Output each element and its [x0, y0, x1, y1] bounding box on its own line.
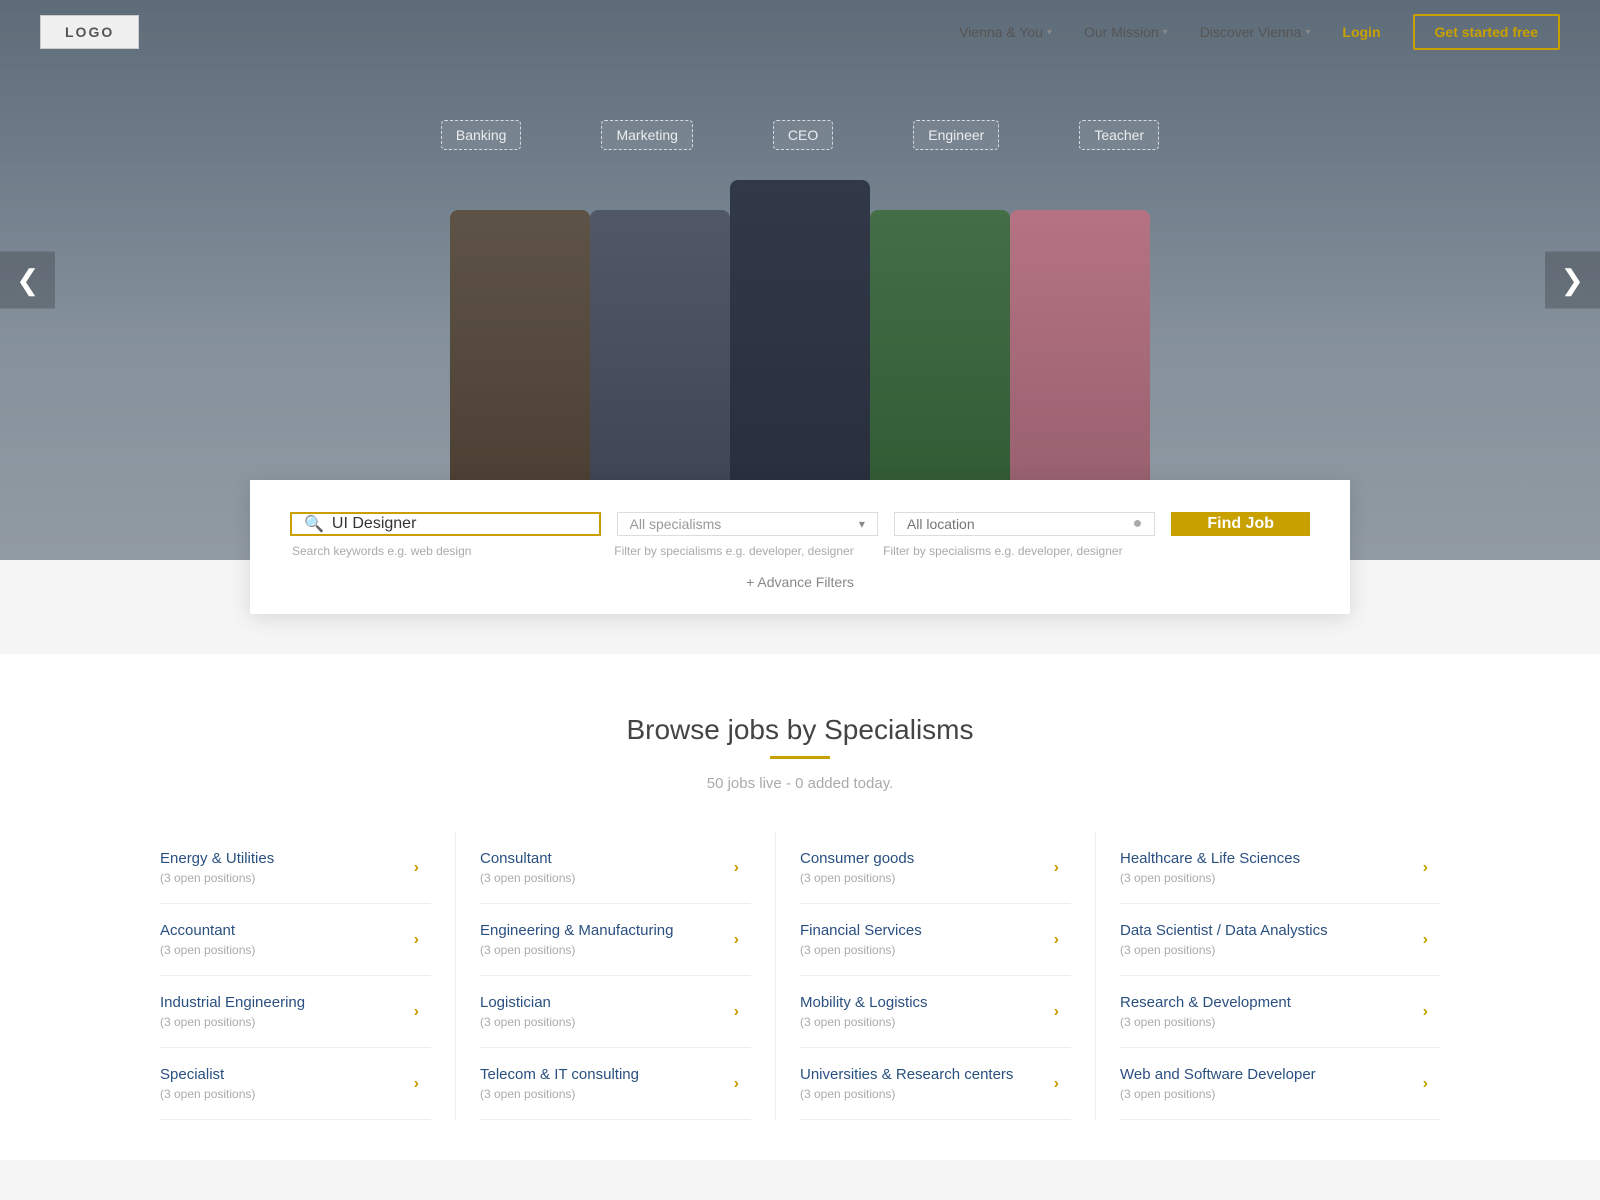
hero-next-button[interactable]: ❯ [1545, 252, 1600, 309]
browse-underline [770, 756, 830, 759]
list-item[interactable]: Industrial Engineering (3 open positions… [160, 976, 431, 1048]
browse-subtitle: 50 jobs live - 0 added today. [160, 775, 1440, 792]
chevron-down-icon: ▾ [1305, 27, 1310, 38]
list-item[interactable]: Logistician (3 open positions) › [480, 976, 751, 1048]
chevron-right-icon: › [414, 1003, 419, 1021]
list-item[interactable]: Research & Development (3 open positions… [1120, 976, 1440, 1048]
chevron-right-icon: › [1054, 931, 1059, 949]
keyword-input[interactable] [332, 515, 587, 533]
location-wrap: ● [894, 512, 1155, 536]
browse-section: Browse jobs by Specialisms 50 jobs live … [0, 654, 1600, 1160]
specialism-hint: Filter by specialisms e.g. developer, de… [612, 544, 881, 558]
list-item[interactable]: Specialist (3 open positions) › [160, 1048, 431, 1120]
chevron-right-icon: › [414, 859, 419, 877]
nav-our-mission[interactable]: Our Mission ▾ [1084, 24, 1168, 40]
chevron-right-icon: › [1423, 1003, 1428, 1021]
list-item[interactable]: Web and Software Developer (3 open posit… [1120, 1048, 1440, 1120]
chevron-right-icon: › [1054, 1003, 1059, 1021]
keyword-input-wrap: 🔍 [290, 512, 601, 536]
search-hints: Search keywords e.g. web design Filter b… [290, 544, 1310, 558]
job-col-0: Energy & Utilities (3 open positions) › … [160, 832, 456, 1120]
chevron-right-icon: › [734, 1075, 739, 1093]
nav-vienna-you[interactable]: Vienna & You ▾ [959, 24, 1052, 40]
location-icon: ● [1133, 515, 1143, 533]
list-item[interactable]: Telecom & IT consulting (3 open position… [480, 1048, 751, 1120]
find-job-button[interactable]: Find Job [1171, 512, 1310, 536]
chevron-right-icon: › [734, 931, 739, 949]
nav-discover-vienna[interactable]: Discover Vienna ▾ [1200, 24, 1311, 40]
nav-links: Vienna & You ▾ Our Mission ▾ Discover Vi… [959, 14, 1560, 50]
job-grid: Energy & Utilities (3 open positions) › … [160, 832, 1440, 1120]
chevron-right-icon: › [1054, 859, 1059, 877]
bubble-engineer: Engineer [913, 120, 999, 150]
chevron-right-icon: › [734, 1003, 739, 1021]
bubble-banking: Banking [441, 120, 522, 150]
list-item[interactable]: Engineering & Manufacturing (3 open posi… [480, 904, 751, 976]
job-col-3: Healthcare & Life Sciences (3 open posit… [1120, 832, 1440, 1120]
hero-prev-button[interactable]: ❮ [0, 252, 55, 309]
list-item[interactable]: Mobility & Logistics (3 open positions) … [800, 976, 1071, 1048]
speech-bubbles: Banking Marketing CEO Engineer Teacher [0, 120, 1600, 150]
logo[interactable]: LOGO [40, 15, 139, 49]
get-started-button[interactable]: Get started free [1413, 14, 1560, 50]
specialism-wrap: All specialisms ▾ [617, 512, 878, 536]
list-item[interactable]: Universities & Research centers (3 open … [800, 1048, 1071, 1120]
location-hint: Filter by specialisms e.g. developer, de… [881, 544, 1150, 558]
list-item[interactable]: Consultant (3 open positions) › [480, 832, 751, 904]
chevron-right-icon: › [1423, 1075, 1428, 1093]
navbar: LOGO Vienna & You ▾ Our Mission ▾ Discov… [0, 0, 1600, 64]
search-box: 🔍 All specialisms ▾ ● Find Job Search ke… [250, 480, 1350, 614]
list-item[interactable]: Healthcare & Life Sciences (3 open posit… [1120, 832, 1440, 904]
chevron-right-icon: › [414, 1075, 419, 1093]
chevron-right-icon: › [1423, 931, 1428, 949]
list-item[interactable]: Energy & Utilities (3 open positions) › [160, 832, 431, 904]
job-col-1: Consultant (3 open positions) › Engineer… [480, 832, 776, 1120]
list-item[interactable]: Financial Services (3 open positions) › [800, 904, 1071, 976]
bubble-teacher: Teacher [1079, 120, 1159, 150]
chevron-right-icon: › [1054, 1075, 1059, 1093]
specialism-select[interactable]: All specialisms [630, 516, 865, 532]
chevron-down-icon: ▾ [1047, 27, 1052, 38]
browse-title: Browse jobs by Specialisms [160, 714, 1440, 746]
login-link[interactable]: Login [1342, 24, 1380, 40]
keyword-hint: Search keywords e.g. web design [290, 544, 612, 558]
bubble-marketing: Marketing [601, 120, 692, 150]
chevron-right-icon: › [734, 859, 739, 877]
list-item[interactable]: Consumer goods (3 open positions) › [800, 832, 1071, 904]
list-item[interactable]: Data Scientist / Data Analystics (3 open… [1120, 904, 1440, 976]
job-col-2: Consumer goods (3 open positions) › Fina… [800, 832, 1096, 1120]
advance-filters-toggle[interactable]: + Advance Filters [290, 574, 1310, 590]
location-input[interactable] [907, 516, 1142, 532]
search-icon: 🔍 [304, 514, 324, 534]
search-row: 🔍 All specialisms ▾ ● Find Job [290, 512, 1310, 536]
hero-section: ❮ ❯ Banking Marketing CEO Engineer Teach… [0, 0, 1600, 560]
chevron-right-icon: › [1423, 859, 1428, 877]
chevron-down-icon: ▾ [1163, 27, 1168, 38]
bubble-ceo: CEO [773, 120, 833, 150]
list-item[interactable]: Accountant (3 open positions) › [160, 904, 431, 976]
chevron-right-icon: › [414, 931, 419, 949]
chevron-down-icon: ▾ [859, 517, 865, 531]
